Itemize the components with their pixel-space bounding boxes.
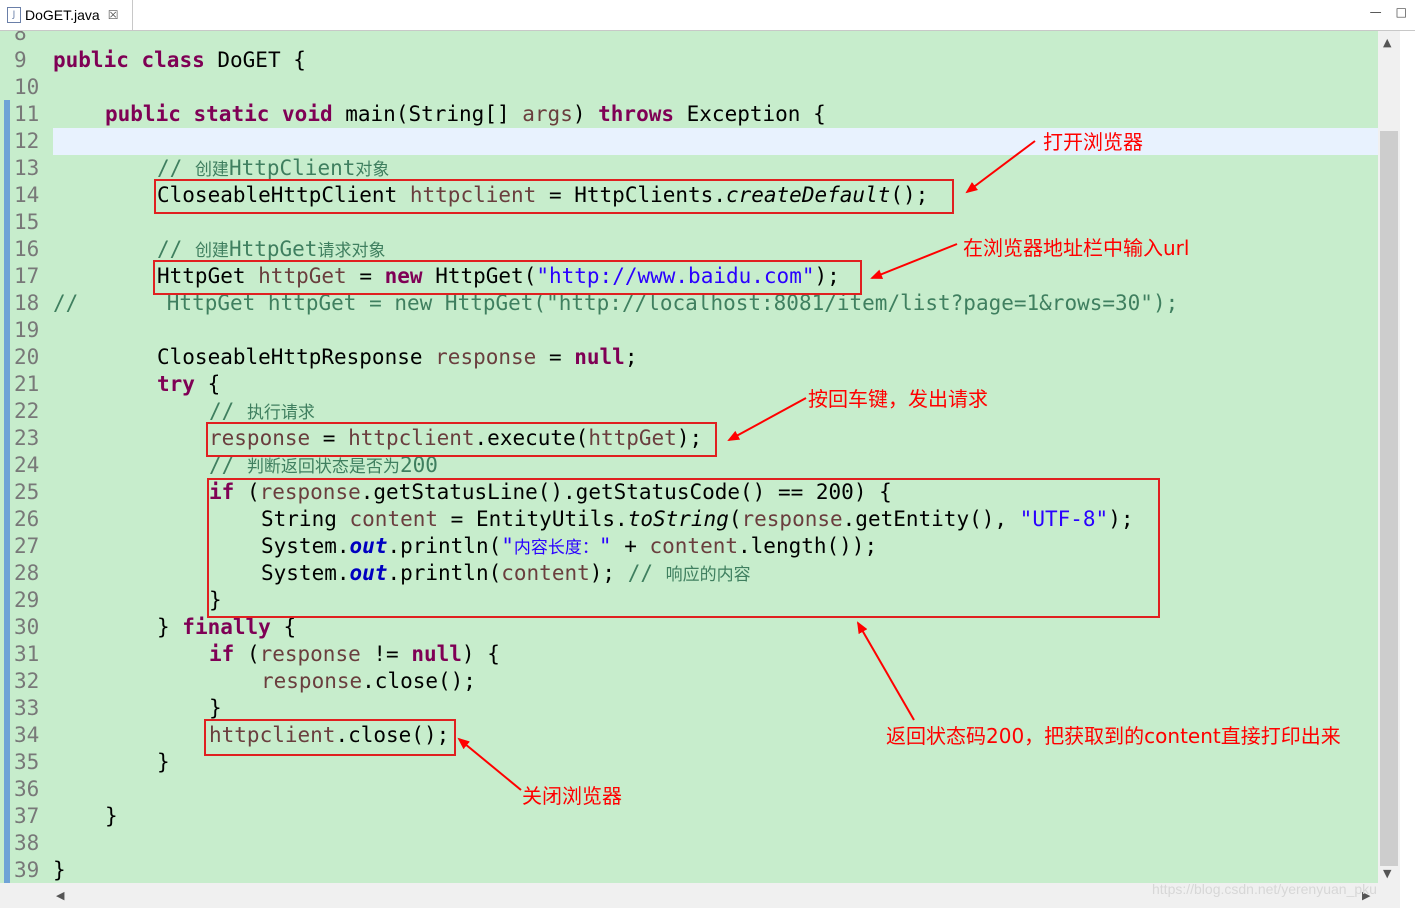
change-ruler bbox=[4, 100, 10, 883]
minimize-icon[interactable]: — bbox=[1370, 5, 1382, 19]
highlight-box-execute bbox=[206, 422, 717, 457]
line-number: 26 bbox=[14, 507, 40, 531]
highlight-box-create-client bbox=[154, 179, 954, 214]
scroll-left-icon[interactable]: ◀ bbox=[56, 889, 64, 902]
line-number: 28 bbox=[14, 561, 40, 585]
code-line-33: } bbox=[209, 696, 222, 720]
current-line-highlight bbox=[53, 128, 1378, 155]
annotation-close-browser: 关闭浏览器 bbox=[522, 784, 622, 808]
code-line-32: response.close(); bbox=[261, 669, 476, 693]
annotation-enter-url: 在浏览器地址栏中输入url bbox=[963, 236, 1190, 260]
window-buttons: — □ bbox=[1370, 5, 1407, 19]
line-number: 38 bbox=[14, 831, 40, 855]
line-number: 29 bbox=[14, 588, 40, 612]
line-number: 10 bbox=[14, 75, 40, 99]
annotation-press-enter: 按回车键，发出请求 bbox=[808, 387, 988, 411]
editor-tab-bar: J DoGET.java ☒ — □ bbox=[0, 0, 1415, 31]
code-line-22: // 执行请求 bbox=[209, 399, 315, 423]
line-number: 33 bbox=[14, 696, 40, 720]
tab-dogetjava[interactable]: J DoGET.java ☒ bbox=[0, 0, 133, 30]
watermark: https://blog.csdn.net/yerenyuan_pku bbox=[1152, 881, 1377, 897]
code-line-37: } bbox=[105, 804, 118, 828]
code-line-30: } finally { bbox=[157, 615, 297, 639]
line-number: 39 bbox=[14, 858, 40, 882]
code-line-39: } bbox=[53, 858, 66, 882]
highlight-box-status-check bbox=[207, 478, 1160, 618]
line-number: 19 bbox=[14, 318, 40, 342]
line-number: 24 bbox=[14, 453, 40, 477]
vertical-scroll-thumb[interactable] bbox=[1380, 131, 1398, 866]
java-file-icon: J bbox=[7, 7, 21, 23]
code-line-20: CloseableHttpResponse response = null; bbox=[157, 345, 638, 369]
close-tab-icon[interactable]: ☒ bbox=[108, 8, 119, 22]
line-number: 31 bbox=[14, 642, 40, 666]
line-number: 32 bbox=[14, 669, 40, 693]
line-number: 30 bbox=[14, 615, 40, 639]
code-line-21: try { bbox=[157, 372, 221, 396]
line-number: 20 bbox=[14, 345, 40, 369]
annotation-open-browser: 打开浏览器 bbox=[1043, 130, 1143, 154]
annotation-status-200: 返回状态码200，把获取到的content直接打印出来 bbox=[886, 724, 1341, 748]
line-number: 21 bbox=[14, 372, 40, 396]
line-number: 37 bbox=[14, 804, 40, 828]
tab-label: DoGET.java bbox=[25, 7, 100, 23]
maximize-icon[interactable]: □ bbox=[1396, 5, 1407, 19]
code-line-31: if (response != null) { bbox=[209, 642, 500, 666]
line-number: 25 bbox=[14, 480, 40, 504]
code-line-11: public static void main(String[] args) t… bbox=[105, 102, 826, 126]
line-number: 11 bbox=[14, 102, 40, 126]
line-number: 35 bbox=[14, 750, 40, 774]
code-line-9: public class DoGET { bbox=[53, 48, 306, 72]
overview-ruler bbox=[1400, 31, 1415, 908]
code-line-16: // 创建HttpGet请求对象 bbox=[157, 237, 386, 261]
line-number: 14 bbox=[14, 183, 40, 207]
line-number: 8 bbox=[14, 31, 27, 45]
line-number: 12 bbox=[14, 129, 40, 153]
highlight-box-httpget bbox=[153, 260, 862, 295]
line-number: 36 bbox=[14, 777, 40, 801]
scroll-down-icon[interactable]: ▼ bbox=[1383, 867, 1391, 880]
line-number: 9 bbox=[14, 48, 27, 72]
line-number: 17 bbox=[14, 264, 40, 288]
line-number: 23 bbox=[14, 426, 40, 450]
line-number: 27 bbox=[14, 534, 40, 558]
scroll-up-icon[interactable]: ▲ bbox=[1383, 36, 1391, 49]
line-number: 15 bbox=[14, 210, 40, 234]
line-number: 34 bbox=[14, 723, 40, 747]
line-number: 13 bbox=[14, 156, 40, 180]
code-line-35: } bbox=[157, 750, 170, 774]
highlight-box-close bbox=[204, 719, 456, 756]
line-number: 22 bbox=[14, 399, 40, 423]
line-number: 16 bbox=[14, 237, 40, 261]
code-line-13: // 创建HttpClient对象 bbox=[157, 156, 390, 180]
line-number: 18 bbox=[14, 291, 40, 315]
